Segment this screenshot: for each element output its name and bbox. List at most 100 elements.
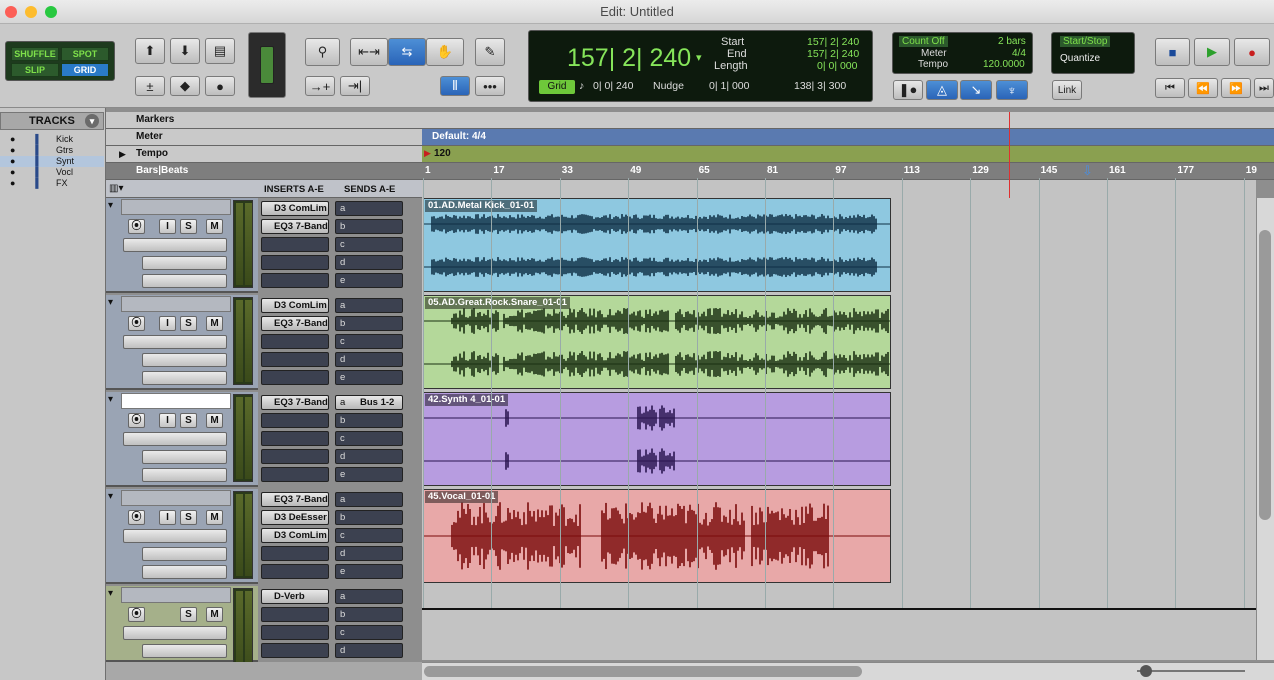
send-slot[interactable]: c (335, 625, 403, 640)
close-window-button[interactable] (5, 6, 17, 18)
send-slot[interactable]: d (335, 643, 403, 658)
automation-mode-selector[interactable] (142, 371, 227, 385)
track-name[interactable] (121, 490, 231, 506)
input-monitor-button[interactable]: I (159, 510, 176, 525)
length-value[interactable]: 0| 0| 000 (817, 60, 858, 72)
solo-button[interactable]: S (180, 219, 197, 234)
mute-button[interactable]: M (206, 413, 223, 428)
zoom-toggle-button[interactable]: ± (135, 76, 165, 96)
selector-tool[interactable]: ⇆ (388, 38, 426, 66)
send-slot[interactable]: e (335, 564, 403, 579)
record-arm-button[interactable]: ⦿ (128, 219, 145, 234)
automation-mode-selector[interactable] (142, 644, 227, 658)
mute-button[interactable]: M (206, 607, 223, 622)
vertical-scrollbar[interactable] (1256, 198, 1274, 660)
solo-button[interactable]: S (180, 413, 197, 428)
insert-slot[interactable] (261, 431, 329, 446)
meter-ruler[interactable]: Meter Default: 4/4 (106, 129, 1274, 146)
send-slot[interactable]: e (335, 467, 403, 482)
track-list-item[interactable]: ● ▐ FX (0, 178, 104, 189)
automation-mode-selector[interactable] (142, 274, 227, 288)
insert-slot[interactable] (261, 449, 329, 464)
insert-slot[interactable] (261, 467, 329, 482)
track-list-item[interactable]: ● ▐ Kick (0, 134, 104, 145)
send-slot[interactable]: b (335, 607, 403, 622)
send-slot[interactable]: c (335, 528, 403, 543)
send-slot[interactable]: e (335, 370, 403, 385)
vertical-scroll-thumb[interactable] (1259, 230, 1271, 520)
tracks-menu-icon[interactable]: ▾ (85, 114, 99, 128)
meter-value[interactable]: 4/4 (1012, 48, 1026, 59)
track-visibility-icon[interactable]: ● (10, 145, 15, 156)
elastic-audio-selector[interactable] (142, 547, 227, 561)
elastic-audio-selector[interactable] (142, 353, 227, 367)
insert-slot[interactable] (261, 413, 329, 428)
spot-mode-button[interactable]: SPOT (61, 47, 109, 61)
record-arm-button[interactable]: ⦿ (128, 510, 145, 525)
slip-mode-button[interactable]: SLIP (11, 63, 59, 77)
go-to-end-button[interactable]: ⏭ (1254, 78, 1274, 98)
track-zoom-button[interactable]: ● (205, 76, 235, 96)
input-monitor-button[interactable]: I (159, 219, 176, 234)
track-visibility-icon[interactable]: ● (10, 156, 15, 167)
edit-insertion-marker-icon[interactable]: ⇩ (1082, 163, 1093, 179)
insert-slot[interactable] (261, 564, 329, 579)
bars-beats-ruler[interactable]: Bars|Beats (106, 163, 1274, 180)
send-slot[interactable]: c (335, 431, 403, 446)
track-header[interactable]: ▾ ⦿ I S M (106, 198, 258, 293)
zoom-slider-handle[interactable] (1140, 665, 1152, 677)
track-header[interactable]: ▾ ⦿ S M (106, 586, 258, 676)
send-slot[interactable]: c (335, 334, 403, 349)
grabber-tool[interactable]: ✋ (426, 38, 464, 66)
track-collapse-icon[interactable]: ▾ (108, 491, 113, 502)
tab-to-transient-button[interactable]: →+ (305, 76, 335, 96)
midi-merge-button[interactable]: ↘ (960, 80, 992, 100)
insert-slot[interactable]: EQ3 7-Band (261, 316, 329, 331)
track-view-selector[interactable] (123, 335, 227, 349)
zoom-window-button[interactable] (45, 6, 57, 18)
record-arm-button[interactable]: ⦿ (128, 413, 145, 428)
track-name[interactable] (121, 199, 231, 215)
insert-slot[interactable]: D-Verb (261, 589, 329, 604)
grid-mode-button[interactable]: GRID (61, 63, 109, 77)
rewind-button[interactable]: ⏪ (1188, 78, 1218, 98)
playhead-line[interactable] (1009, 112, 1010, 198)
audio-clip[interactable]: 42.Synth 4_01-01 (423, 392, 891, 486)
track-visibility-icon[interactable]: ● (10, 167, 15, 178)
send-slot[interactable]: d (335, 352, 403, 367)
audio-clip[interactable]: 05.AD.Great.Rock.Snare_01-01 (423, 295, 891, 389)
wait-for-note-button[interactable]: ❚● (893, 80, 923, 100)
counter-dropdown-icon[interactable]: ▾ (696, 51, 702, 64)
send-slot[interactable]: b (335, 510, 403, 525)
elastic-audio-selector[interactable] (142, 256, 227, 270)
insert-slot[interactable] (261, 334, 329, 349)
send-slot[interactable]: a Bus 1-2 (335, 395, 403, 410)
insert-slot[interactable] (261, 546, 329, 561)
track-view-selector[interactable] (123, 238, 227, 252)
nudge-label[interactable]: Nudge (653, 80, 684, 92)
tempo-value[interactable]: 120.0000 (983, 59, 1025, 70)
count-off-button[interactable]: Count Off (899, 36, 948, 47)
insert-slot[interactable] (261, 352, 329, 367)
volume-automation-line[interactable] (422, 608, 1256, 610)
rewind-to-start-button[interactable]: ⏮ (1155, 78, 1185, 98)
insert-slot[interactable] (261, 255, 329, 270)
solo-button[interactable]: S (180, 316, 197, 331)
fast-forward-button[interactable]: ⏩ (1221, 78, 1251, 98)
track-view-selector[interactable] (123, 529, 227, 543)
send-slot[interactable]: a (335, 589, 403, 604)
send-slot[interactable]: a (335, 201, 403, 216)
start-value[interactable]: 157| 2| 240 (807, 36, 859, 48)
input-monitor-button[interactable]: I (159, 316, 176, 331)
track-name[interactable] (121, 393, 231, 409)
mute-button[interactable]: M (206, 316, 223, 331)
track-name[interactable] (121, 296, 231, 312)
insert-slot[interactable]: D3 DeEsser (261, 510, 329, 525)
input-monitor-button[interactable]: I (159, 413, 176, 428)
send-slot[interactable]: c (335, 237, 403, 252)
insert-slot[interactable] (261, 625, 329, 640)
track-header[interactable]: ▾ ⦿ I S M (106, 489, 258, 584)
send-slot[interactable]: a (335, 298, 403, 313)
track-list-item[interactable]: ● ▐ Synt (0, 156, 104, 167)
meter-lane[interactable]: Default: 4/4 (422, 129, 1274, 145)
